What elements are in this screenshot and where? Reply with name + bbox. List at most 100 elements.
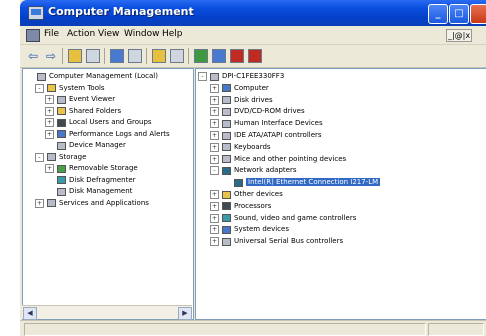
services-icon <box>47 199 56 207</box>
console-tree-item[interactable]: Disk Defragmenter <box>45 175 136 186</box>
console-tree-item[interactable]: + Performance Logs and Alerts <box>45 129 170 140</box>
tree-item-label: DPI-C1FEE330FF3 <box>222 72 285 80</box>
scroll-right-icon[interactable]: ▶ <box>178 307 192 320</box>
console-tree-item[interactable]: Disk Management <box>45 186 132 197</box>
network-icon <box>222 166 231 175</box>
expand-icon[interactable]: + <box>210 213 219 223</box>
device-tree-item[interactable]: + Keyboards <box>210 142 271 153</box>
device-tree-item[interactable]: + Universal Serial Bus controllers <box>210 236 343 247</box>
console-tree-item[interactable]: Computer Management (Local) <box>25 71 158 82</box>
minimize-button[interactable]: _ <box>428 4 448 24</box>
mmc-icon[interactable] <box>26 29 40 42</box>
print-icon[interactable] <box>128 49 142 63</box>
tree-item-label: Sound, video and game controllers <box>234 213 357 222</box>
menu-window[interactable]: Window <box>124 29 160 39</box>
network-card-icon <box>234 178 243 187</box>
expand-icon[interactable]: + <box>210 225 219 235</box>
dvd-icon <box>222 107 231 116</box>
view-icon[interactable] <box>170 49 184 63</box>
expand-icon[interactable]: + <box>210 95 219 105</box>
horizontal-scrollbar[interactable]: ◀ ▶ <box>22 305 192 320</box>
up-level-icon[interactable] <box>68 49 82 63</box>
device-tree-item[interactable]: + Computer <box>210 83 269 94</box>
collapse-icon[interactable]: - <box>35 83 44 93</box>
expand-icon[interactable]: + <box>45 95 54 104</box>
tree-item-label: Disk drives <box>234 95 273 104</box>
tree-item-label: Processors <box>234 201 272 210</box>
device-tree-item[interactable]: Intel(R) Ethernet Connection I217-LM <box>222 177 381 188</box>
expand-icon[interactable]: + <box>210 142 219 152</box>
device-tree-item[interactable]: + Disk drives <box>210 95 273 106</box>
device-tree-item[interactable]: + Processors <box>210 201 271 212</box>
console-tree-item[interactable]: + Shared Folders <box>45 106 121 117</box>
console-tree-item[interactable]: - Storage <box>35 152 86 163</box>
collapse-icon[interactable]: - <box>198 72 207 81</box>
console-tree-item[interactable]: Device Manager <box>45 140 126 151</box>
device-tree-item[interactable]: + DVD/CD-ROM drives <box>210 106 305 117</box>
tree-item-label: Other devices <box>234 190 283 198</box>
forward-arrow-icon[interactable]: ⇨ <box>44 49 58 63</box>
other-devices-icon <box>222 190 231 199</box>
expand-icon[interactable]: + <box>45 106 54 116</box>
console-tree-item[interactable]: + Services and Applications <box>35 198 149 209</box>
menu-file[interactable]: File <box>44 29 59 39</box>
expand-icon[interactable]: + <box>210 154 219 164</box>
users-icon <box>57 118 66 127</box>
tree-item-label: IDE ATA/ATAPI controllers <box>234 131 322 139</box>
disable-device-icon[interactable] <box>230 49 244 63</box>
expand-icon[interactable]: + <box>210 119 219 129</box>
close-button[interactable] <box>470 4 486 24</box>
usb-icon <box>222 237 231 246</box>
device-tree-pane[interactable]: - DPI-C1FEE330FF3 + Computer + Disk drives + DV… <box>195 68 486 320</box>
tree-item-label: Keyboards <box>234 142 271 151</box>
properties-icon[interactable] <box>110 49 124 63</box>
update-driver-icon[interactable] <box>212 49 226 63</box>
menu-help[interactable]: Help <box>162 29 183 39</box>
show-hide-tree-icon[interactable] <box>86 49 100 63</box>
device-tree-item[interactable]: + Sound, video and game controllers <box>210 213 356 224</box>
mdi-window-controls[interactable]: _|@|x <box>446 29 472 42</box>
uninstall-device-icon[interactable] <box>248 49 262 63</box>
device-tree-item[interactable]: - Network adapters <box>210 165 297 176</box>
device-tree-item[interactable]: + Human Interface Devices <box>210 118 323 129</box>
device-tree-item[interactable]: + IDE ATA/ATAPI controllers <box>210 130 322 141</box>
expand-icon[interactable]: + <box>35 198 44 208</box>
expand-icon[interactable]: + <box>210 190 219 199</box>
title-bar[interactable]: Computer Management _ □ <box>20 0 486 26</box>
console-tree-item[interactable]: - System Tools <box>35 83 105 94</box>
expand-icon[interactable]: + <box>45 118 54 127</box>
expand-icon[interactable]: + <box>45 164 54 173</box>
device-tree-item[interactable]: + System devices <box>210 224 289 235</box>
expand-icon[interactable]: + <box>45 129 54 139</box>
device-tree-item[interactable]: + Other devices <box>210 189 283 200</box>
maximize-button[interactable]: □ <box>449 4 469 24</box>
ide-icon <box>222 131 231 140</box>
expand-icon[interactable]: + <box>210 83 219 93</box>
menu-action[interactable]: Action <box>67 29 95 39</box>
device-tree-item[interactable]: + Mice and other pointing devices <box>210 154 346 165</box>
console-tree-pane[interactable]: Computer Management (Local) - System Tools… <box>22 68 194 320</box>
device-tree-item[interactable]: - DPI-C1FEE330FF3 <box>198 71 284 82</box>
toolbar-separator <box>188 48 189 64</box>
toolbar: ⇦ ⇨ <box>20 45 486 68</box>
tree-item-label: Network adapters <box>234 166 297 175</box>
console-tree-item[interactable]: + Event Viewer <box>45 94 115 105</box>
expand-icon[interactable]: + <box>210 107 219 117</box>
expand-icon[interactable]: + <box>210 201 219 211</box>
shared-folders-icon <box>57 107 66 115</box>
computer-management-icon <box>28 6 44 20</box>
tree-item-label: Storage <box>59 152 87 161</box>
expand-icon[interactable]: + <box>210 237 219 247</box>
console-tree-item[interactable]: + Removable Storage <box>45 163 138 174</box>
menu-view[interactable]: View <box>98 29 119 39</box>
console-tree-item[interactable]: + Local Users and Groups <box>45 117 152 128</box>
help-icon[interactable] <box>152 49 166 63</box>
collapse-icon[interactable]: - <box>35 152 44 162</box>
tree-item-label: System Tools <box>59 83 105 92</box>
expand-icon[interactable]: + <box>210 131 219 140</box>
collapse-icon[interactable]: - <box>210 166 219 176</box>
scroll-left-icon[interactable]: ◀ <box>23 307 37 320</box>
tree-item-label: Device Manager <box>69 141 126 149</box>
back-arrow-icon[interactable]: ⇦ <box>26 49 40 63</box>
scan-hardware-icon[interactable] <box>194 49 208 63</box>
